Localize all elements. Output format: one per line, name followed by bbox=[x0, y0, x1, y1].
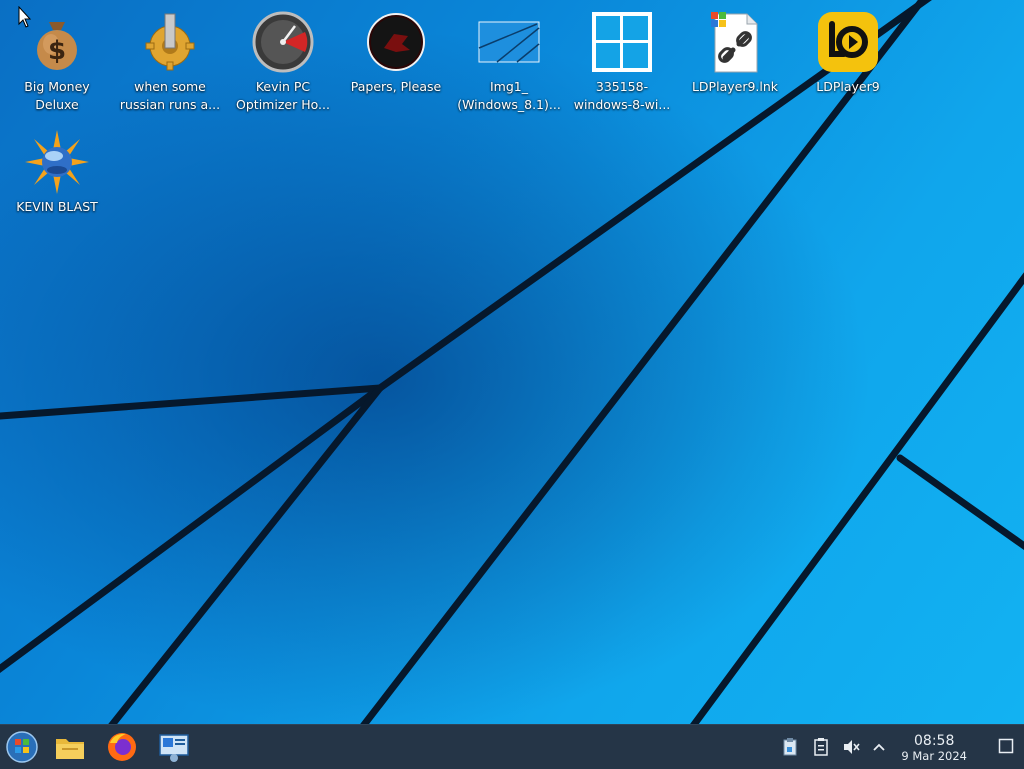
speedometer-icon bbox=[252, 11, 314, 73]
start-orb-icon bbox=[6, 731, 38, 763]
taskbar: 08:58 9 Mar 2024 bbox=[0, 724, 1024, 769]
icon-label: when some russian runs a... bbox=[119, 79, 221, 112]
svg-text:$: $ bbox=[48, 36, 66, 66]
desktop-icon-papers-please[interactable]: Papers, Please bbox=[339, 4, 453, 96]
icon-label: Big Money Deluxe bbox=[24, 79, 90, 112]
clock-date: 9 Mar 2024 bbox=[901, 749, 967, 763]
remote-desktop-icon bbox=[159, 734, 189, 762]
desktop-icon-335158-windows-8[interactable]: 335158- windows-8-wi... bbox=[565, 4, 679, 114]
desktop-icon-kevin-blast[interactable]: KEVIN BLAST bbox=[0, 124, 114, 216]
tray-clipboard[interactable] bbox=[780, 737, 800, 757]
icon-label: KEVIN BLAST bbox=[16, 199, 98, 214]
papers-please-icon bbox=[367, 13, 425, 71]
icon-label: Papers, Please bbox=[350, 79, 442, 94]
icon-label: LDPlayer9 bbox=[816, 79, 880, 94]
desktop-icon-kevin-pc-optimizer[interactable]: Kevin PC Optimizer Ho... bbox=[226, 4, 340, 114]
tray-notes[interactable] bbox=[811, 737, 831, 757]
money-bag-icon: $ bbox=[37, 22, 77, 70]
tray-volume[interactable] bbox=[841, 737, 861, 757]
mouse-cursor bbox=[18, 6, 32, 28]
desktop[interactable]: $ Big Money Deluxe when some russian run… bbox=[0, 0, 1024, 724]
remote-desktop-button[interactable] bbox=[156, 729, 192, 765]
volume-muted-icon bbox=[844, 740, 860, 754]
desktop-icon-img1[interactable]: Img1_ (Windows_8.1)... bbox=[452, 4, 566, 114]
windows-logo-icon bbox=[592, 12, 652, 72]
clock[interactable]: 08:58 9 Mar 2024 bbox=[901, 733, 967, 763]
file-explorer-button[interactable] bbox=[52, 729, 88, 765]
gear-icon bbox=[145, 13, 195, 71]
start-button[interactable] bbox=[4, 729, 40, 765]
show-desktop-button[interactable] bbox=[998, 738, 1014, 754]
clock-time: 08:58 bbox=[914, 733, 955, 749]
firefox-button[interactable] bbox=[104, 729, 140, 765]
chevron-up-icon bbox=[873, 743, 885, 751]
clipboard-tray-icon bbox=[783, 738, 797, 756]
notes-tray-icon bbox=[814, 738, 828, 756]
icon-label: 335158- windows-8-wi... bbox=[573, 79, 671, 112]
desktop-icon-ldplayer9-lnk[interactable]: LDPlayer9.lnk bbox=[678, 4, 792, 96]
icon-label: LDPlayer9.lnk bbox=[691, 79, 779, 94]
icon-label: Kevin PC Optimizer Ho... bbox=[236, 79, 330, 112]
icon-label: Img1_ (Windows_8.1)... bbox=[457, 79, 561, 112]
file-explorer-icon bbox=[56, 739, 84, 759]
desktop-icon-ldplayer9[interactable]: LDPlayer9 bbox=[791, 4, 905, 96]
image-file-icon bbox=[478, 21, 540, 63]
blast-globe-icon bbox=[25, 130, 89, 194]
desktop-icon-russian[interactable]: when some russian runs a... bbox=[113, 4, 227, 114]
ldplayer-icon bbox=[818, 12, 878, 72]
tray-expand[interactable] bbox=[869, 737, 889, 757]
shortcut-link-icon bbox=[711, 12, 758, 73]
firefox-icon bbox=[108, 733, 136, 761]
